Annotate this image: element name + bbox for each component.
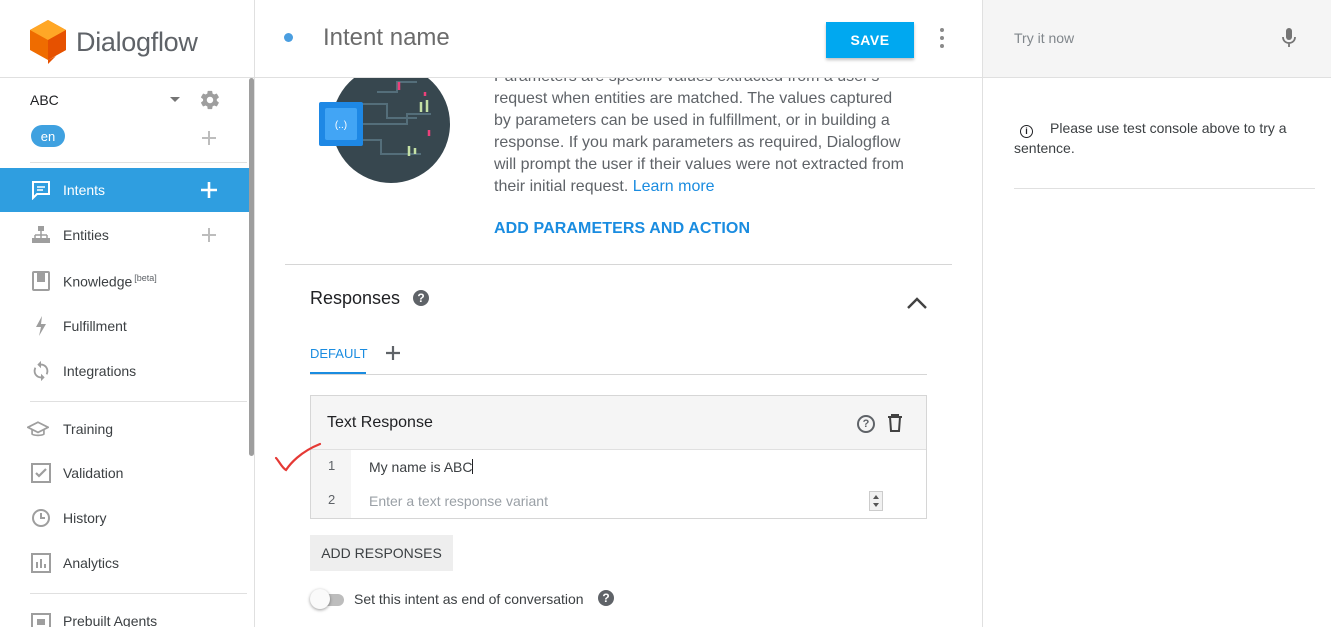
- sidebar-item-analytics[interactable]: Analytics: [0, 541, 249, 585]
- logo-text: Dialogflow: [76, 26, 198, 57]
- sidebar-item-label: Entities: [63, 227, 109, 243]
- help-icon[interactable]: ?: [598, 590, 614, 606]
- add-entity-icon[interactable]: [199, 225, 219, 245]
- more-vert-icon[interactable]: [938, 28, 946, 48]
- sidebar-item-label: Prebuilt Agents: [63, 613, 158, 627]
- text-response-card: Text Response ? 1 My name is ABC 2 Enter…: [310, 395, 927, 519]
- parameters-illustration: (..): [319, 78, 450, 183]
- beta-badge: [beta]: [134, 272, 157, 283]
- text-caret: [472, 459, 474, 474]
- sidebar-item-label: Training: [63, 421, 114, 437]
- sidebar-item-label: Analytics: [63, 555, 120, 571]
- language-chip[interactable]: en: [31, 125, 65, 147]
- sidebar-item-history[interactable]: History: [0, 496, 249, 540]
- sidebar-item-fulfillment[interactable]: Fulfillment: [0, 304, 249, 348]
- sidebar-item-training[interactable]: Training: [0, 407, 249, 451]
- sidebar-item-entities[interactable]: Entities: [0, 213, 249, 257]
- sidebar-item-label: History: [63, 510, 107, 526]
- bar-chart-icon: [30, 552, 52, 574]
- divider: [1014, 188, 1315, 189]
- check-box-icon: [30, 462, 52, 484]
- sidebar-item-label: Intents: [63, 182, 106, 198]
- trash-icon[interactable]: [887, 414, 903, 432]
- sidebar-item-label-wrap: Knowledge [beta]: [63, 273, 157, 290]
- bolt-icon: [30, 315, 52, 337]
- try-it-bar: Try it now: [983, 0, 1331, 78]
- chat-icon: [30, 179, 52, 201]
- divider: [30, 401, 247, 402]
- sidebar-item-prebuilt-agents[interactable]: Prebuilt Agents: [0, 599, 249, 627]
- responses-title: Responses: [310, 288, 401, 308]
- sidebar-item-knowledge[interactable]: Knowledge [beta]: [0, 259, 249, 303]
- intent-header: Intent name SAVE: [255, 0, 982, 78]
- status-dot: [284, 33, 293, 42]
- graduation-cap-icon: [27, 418, 49, 440]
- info-message: i Please use test console above to try a …: [1014, 118, 1304, 158]
- sidebar-scrollbar[interactable]: [249, 78, 254, 456]
- test-console: Try it now i Please use test console abov…: [982, 0, 1331, 627]
- logo[interactable]: Dialogflow: [30, 20, 198, 64]
- parameters-description: Parameters are specific values extracted…: [494, 78, 904, 198]
- sidebar-item-validation[interactable]: Validation: [0, 451, 249, 495]
- add-intent-icon[interactable]: [199, 180, 219, 200]
- divider: [30, 162, 247, 163]
- try-it-input[interactable]: Try it now: [1014, 30, 1074, 46]
- checkmark-annotation-icon: [274, 442, 322, 472]
- end-conversation-label: Set this intent as end of conversation: [354, 591, 584, 607]
- info-text: Please use test console above to try a s…: [1014, 120, 1287, 156]
- agent-selector[interactable]: ABC: [30, 92, 59, 108]
- sidebar-item-label: Fulfillment: [63, 318, 127, 334]
- response-variant-input[interactable]: My name is ABC: [369, 459, 474, 475]
- info-icon: i: [1020, 124, 1033, 138]
- microphone-icon[interactable]: [1281, 27, 1297, 49]
- resize-spinner[interactable]: [869, 491, 883, 511]
- sidebar-item-intents[interactable]: Intents: [0, 168, 249, 212]
- end-conversation-toggle[interactable]: [310, 589, 346, 609]
- response-variant-value: My name is ABC: [369, 459, 473, 475]
- intent-name-input[interactable]: Intent name: [323, 24, 450, 52]
- divider: [310, 374, 927, 375]
- toggle-thumb: [310, 589, 330, 609]
- svg-text:(..): (..): [335, 120, 347, 131]
- help-icon[interactable]: ?: [413, 290, 429, 306]
- intent-editor: (..) Parameters are specific values extr…: [255, 78, 982, 627]
- sidebar-item-integrations[interactable]: Integrations: [0, 349, 249, 393]
- sidebar: Dialogflow ABC en Intents Entities Knowl…: [0, 0, 255, 627]
- sidebar-item-label: Validation: [63, 465, 124, 481]
- sync-icon: [30, 360, 52, 382]
- text-response-header: Text Response ?: [311, 396, 926, 450]
- chevron-up-icon[interactable]: [905, 293, 929, 313]
- entities-icon: [30, 224, 52, 246]
- add-language-icon[interactable]: [202, 131, 216, 145]
- dialogflow-logo-icon: [30, 20, 66, 64]
- sidebar-item-label: Knowledge: [63, 273, 133, 290]
- divider: [0, 77, 254, 78]
- gear-icon[interactable]: [199, 89, 221, 111]
- clock-icon: [30, 507, 52, 529]
- add-parameters-button[interactable]: ADD PARAMETERS AND ACTION: [494, 220, 750, 238]
- divider: [285, 264, 952, 265]
- sidebar-item-label: Integrations: [63, 363, 137, 379]
- save-button[interactable]: SAVE: [826, 22, 914, 58]
- tab-default[interactable]: DEFAULT: [310, 346, 368, 361]
- book-icon: [30, 270, 52, 292]
- caret-down-icon[interactable]: [170, 97, 180, 103]
- help-icon[interactable]: ?: [857, 415, 875, 433]
- row-number: 2: [328, 492, 336, 507]
- response-variant-input[interactable]: Enter a text response variant: [369, 493, 548, 509]
- add-responses-button[interactable]: ADD RESPONSES: [310, 535, 453, 571]
- text-response-title: Text Response: [327, 414, 433, 431]
- agent-icon: [30, 610, 52, 627]
- learn-more-link[interactable]: Learn more: [633, 178, 715, 195]
- divider: [30, 593, 247, 594]
- row-number: 1: [328, 458, 336, 473]
- add-tab-icon[interactable]: [386, 346, 400, 360]
